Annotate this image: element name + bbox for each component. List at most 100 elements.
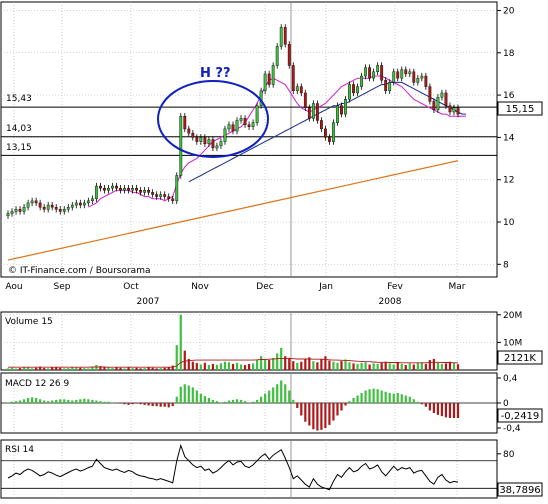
price-candle — [255, 102, 259, 126]
month-label-sep: Sep — [54, 282, 71, 292]
rsi-tick-label-0: 80 — [503, 450, 515, 460]
price-tick-label-0: 8 — [503, 260, 509, 270]
price-candle-body — [456, 107, 460, 115]
price-candle-body — [283, 27, 287, 45]
price-candle-body — [171, 198, 175, 202]
price-candle-body — [263, 73, 267, 92]
price-candle — [263, 70, 267, 95]
price-candle — [179, 113, 183, 179]
price-candle-body — [436, 96, 440, 111]
price-candle-body — [364, 67, 367, 77]
price-last-value: 15,15 — [506, 104, 535, 115]
price-candle-body — [159, 194, 163, 197]
price-candle-body — [66, 206, 70, 210]
price-candle-body — [420, 75, 424, 79]
price-candle-body — [54, 206, 58, 210]
price-candle-body — [191, 132, 195, 138]
price-candle-body — [235, 120, 239, 132]
price-candle-body — [111, 185, 114, 189]
pattern-annotation: H ?? — [200, 66, 231, 81]
price-candle-body — [139, 190, 142, 193]
price-candle-body — [22, 206, 26, 212]
price-candle-body — [99, 185, 102, 189]
price-candle-body — [448, 105, 452, 113]
price-candle-body — [82, 202, 86, 206]
price-candle-body — [307, 107, 311, 119]
price-candle-body — [384, 80, 388, 92]
price-candle-body — [348, 84, 351, 100]
price-candle — [311, 100, 315, 122]
price-candle-body — [70, 204, 74, 208]
price-candle-body — [303, 92, 307, 108]
price-candle-body — [388, 82, 392, 92]
price-candle-body — [223, 128, 227, 142]
price-candle-body — [255, 105, 259, 123]
price-candle-body — [119, 187, 122, 191]
price-candle-body — [396, 71, 400, 79]
price-candle-body — [368, 67, 372, 79]
price-candle-body — [14, 209, 18, 212]
price-candle — [315, 100, 319, 124]
price-candle-body — [408, 71, 412, 75]
price-candle-body — [74, 202, 78, 206]
price-tick-label-1: 10 — [503, 218, 515, 228]
stock-chart: 8101214161820 20M10M 0,40-0,4 8030 © IT-… — [0, 0, 548, 500]
reference-label-2: 14,03 — [6, 124, 32, 134]
price-candle-body — [239, 118, 243, 121]
price-candle-body — [444, 92, 448, 106]
volume-tick-label-0: 20M — [503, 311, 522, 321]
price-candle-body — [251, 122, 255, 128]
price-candle-body — [46, 204, 50, 210]
price-tick-label-4: 16 — [503, 91, 515, 101]
price-tick-label-2: 12 — [503, 176, 514, 186]
month-label-oct: Oct — [123, 282, 139, 292]
price-candle-body — [311, 103, 315, 119]
price-candle-body — [267, 73, 271, 85]
price-candle-body — [199, 137, 203, 142]
price-candle-body — [452, 107, 456, 113]
price-candle-body — [207, 139, 211, 144]
month-label-mar: Mar — [449, 282, 466, 292]
reference-label-1: 15,43 — [6, 94, 32, 104]
price-candle-body — [107, 187, 110, 191]
price-candle-body — [163, 194, 167, 197]
price-candle — [344, 96, 347, 118]
macd-last-value: -0,2419 — [501, 411, 540, 422]
price-candle-body — [315, 103, 319, 121]
month-label-dec: Dec — [256, 282, 273, 292]
price-candle-body — [103, 187, 106, 191]
price-candle-body — [392, 71, 396, 83]
price-candle-body — [291, 65, 295, 92]
volume-title: Volume 15 — [5, 317, 53, 327]
price-candle-body — [151, 192, 155, 195]
price-candle — [303, 89, 307, 111]
price-candle — [275, 43, 279, 69]
price-candle-body — [428, 86, 432, 102]
price-candle-body — [340, 105, 343, 115]
price-candle-body — [227, 124, 231, 130]
price-candle-body — [243, 118, 247, 125]
price-candle-body — [6, 213, 10, 216]
macd-tick-label-0: 0,4 — [503, 374, 518, 384]
price-candle-body — [34, 200, 38, 204]
price-candle-body — [440, 92, 444, 98]
price-candle-body — [147, 190, 151, 193]
price-candle-body — [356, 86, 359, 94]
price-candle-body — [275, 46, 279, 66]
price-candle-body — [404, 69, 408, 75]
volume-tick-label-1: 10M — [503, 338, 522, 348]
price-candle-body — [18, 209, 22, 212]
price-candle-body — [135, 187, 138, 191]
month-label-fev: Fev — [387, 282, 403, 292]
month-label-jan: Jan — [318, 282, 333, 292]
price-candle-body — [319, 120, 323, 130]
price-candle-body — [115, 185, 118, 189]
chart-stage: 8101214161820 20M10M 0,40-0,4 8030 © IT-… — [0, 0, 548, 500]
price-candle-body — [94, 185, 98, 199]
price-candle-body — [247, 124, 251, 128]
price-candle-body — [26, 202, 30, 208]
reference-label-3: 13,15 — [6, 143, 32, 153]
price-candle-body — [432, 101, 436, 111]
price-candle-body — [78, 202, 82, 206]
price-candle-body — [219, 141, 223, 147]
